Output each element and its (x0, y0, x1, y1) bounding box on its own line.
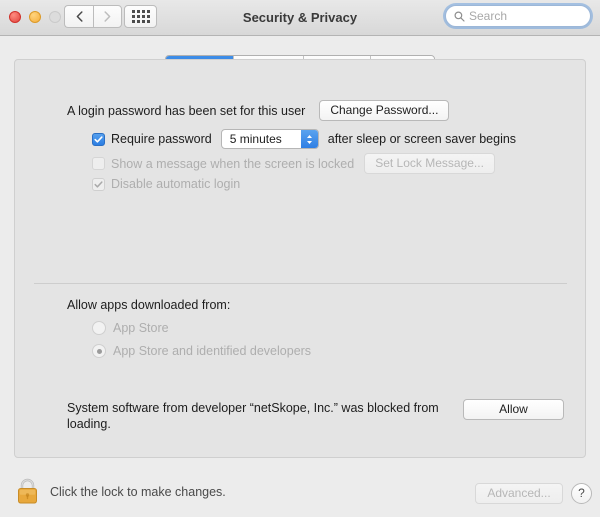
lock-button[interactable] (15, 477, 40, 510)
show-lock-message-label: Show a message when the screen is locked (111, 156, 355, 171)
set-lock-message-button: Set Lock Message... (364, 153, 495, 174)
disable-auto-login-row: Disable automatic login (92, 177, 240, 191)
blocked-software-notice: System software from developer “netSkope… (67, 401, 439, 431)
stepper-arrows-icon (300, 130, 318, 148)
app-store-label: App Store (113, 321, 169, 335)
allow-button[interactable]: Allow (463, 399, 564, 420)
show-lock-message-checkbox (92, 157, 105, 170)
identified-developers-label: App Store and identified developers (113, 344, 312, 358)
change-password-button[interactable]: Change Password... (319, 100, 450, 121)
require-password-row: Require password 5 minutes after sleep o… (92, 129, 516, 149)
login-password-status: A login password has been set for this u… (67, 103, 306, 118)
checkmark-icon (94, 135, 103, 143)
search-field[interactable]: Search (445, 5, 591, 27)
security-privacy-window: Security & Privacy Search General FileVa… (0, 0, 600, 517)
disable-auto-login-label: Disable automatic login (111, 177, 241, 191)
padlock-closed-icon (18, 478, 37, 504)
require-password-delay-popup[interactable]: 5 minutes (220, 129, 319, 149)
require-password-suffix: after sleep or screen saver begins (327, 132, 517, 146)
require-password-label: Require password (111, 132, 212, 146)
allow-apps-option-identified-developers: App Store and identified developers (92, 344, 311, 358)
allow-apps-option-app-store: App Store (92, 321, 169, 335)
require-password-delay-value: 5 minutes (229, 132, 282, 146)
disable-auto-login-checkbox (92, 177, 105, 191)
general-pane: A login password has been set for this u… (14, 59, 586, 458)
section-divider (34, 283, 567, 284)
require-password-checkbox[interactable] (92, 132, 105, 146)
identified-developers-radio (92, 344, 106, 358)
search-placeholder: Search (469, 9, 508, 23)
login-password-row: A login password has been set for this u… (67, 100, 450, 121)
window-titlebar: Security & Privacy Search (0, 0, 600, 36)
chevron-updown-icon (306, 134, 312, 144)
app-store-radio (92, 321, 106, 335)
search-icon (454, 11, 465, 22)
checkmark-icon (94, 180, 103, 188)
lock-hint-text: Click the lock to make changes. (50, 485, 226, 499)
advanced-button: Advanced... (475, 483, 563, 504)
allow-apps-heading: Allow apps downloaded from: (67, 298, 231, 312)
bottom-bar: Click the lock to make changes. Advanced… (0, 465, 600, 517)
allow-apps-heading-row: Allow apps downloaded from: (67, 298, 230, 312)
show-lock-message-row: Show a message when the screen is locked… (92, 153, 495, 174)
help-button[interactable]: ? (571, 483, 592, 504)
radio-selected-dot (96, 348, 102, 354)
